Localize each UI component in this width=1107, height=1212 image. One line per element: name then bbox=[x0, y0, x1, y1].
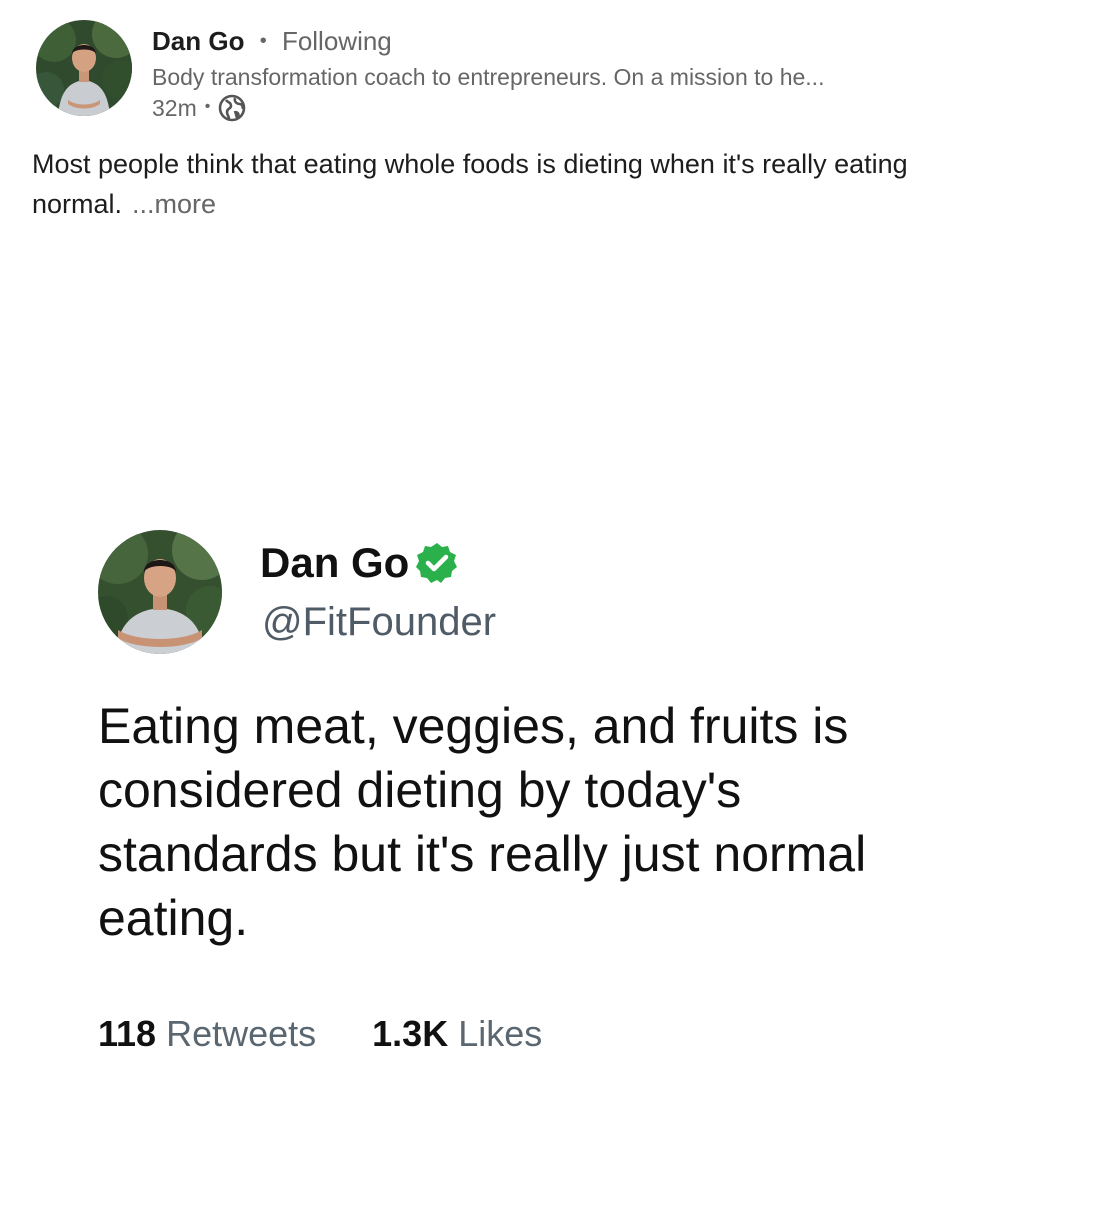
separator-dot: • bbox=[259, 30, 267, 52]
post-header: Dan Go • Following Body transformation c… bbox=[36, 20, 1076, 130]
likes-stat: 1.3K Likes bbox=[372, 1012, 542, 1056]
see-more-link[interactable]: ...more bbox=[132, 189, 216, 219]
tweet-author-avatar bbox=[98, 530, 222, 654]
tweet-text: Eating meat, veggies, and fruits is cons… bbox=[98, 698, 867, 946]
tweet-handle: @FitFounder bbox=[262, 600, 497, 644]
retweets-stat: 118 Retweets bbox=[98, 1012, 316, 1056]
tweet-author-name: Dan Go bbox=[260, 539, 410, 586]
tweet-name-row: Dan Go bbox=[260, 538, 459, 588]
post-timestamp: 32m bbox=[152, 95, 197, 121]
post-meta: 32m • bbox=[152, 94, 246, 122]
post-text: Most people think that eating whole food… bbox=[32, 144, 1072, 224]
tweet-stats: 118 Retweets 1.3K Likes bbox=[98, 1012, 598, 1056]
likes-count: 1.3K bbox=[372, 1013, 449, 1054]
retweets-label: Retweets bbox=[166, 1013, 317, 1054]
author-line: Dan Go • Following bbox=[152, 26, 392, 59]
follow-status: Following bbox=[281, 26, 392, 56]
verified-badge-icon bbox=[415, 541, 459, 585]
author-name[interactable]: Dan Go bbox=[152, 26, 244, 56]
author-avatar[interactable] bbox=[36, 20, 132, 116]
globe-icon bbox=[218, 94, 246, 122]
likes-label: Likes bbox=[458, 1013, 543, 1054]
tweet-author-photo bbox=[98, 530, 222, 654]
tweet-screenshot-image[interactable]: Dan Go @FitFounder Eating meat, veggies,… bbox=[0, 470, 1107, 1170]
retweets-count: 118 bbox=[98, 1013, 157, 1054]
separator-dot: • bbox=[204, 98, 211, 115]
author-photo bbox=[36, 20, 132, 116]
author-headline: Body transformation coach to entrepreneu… bbox=[152, 64, 825, 90]
